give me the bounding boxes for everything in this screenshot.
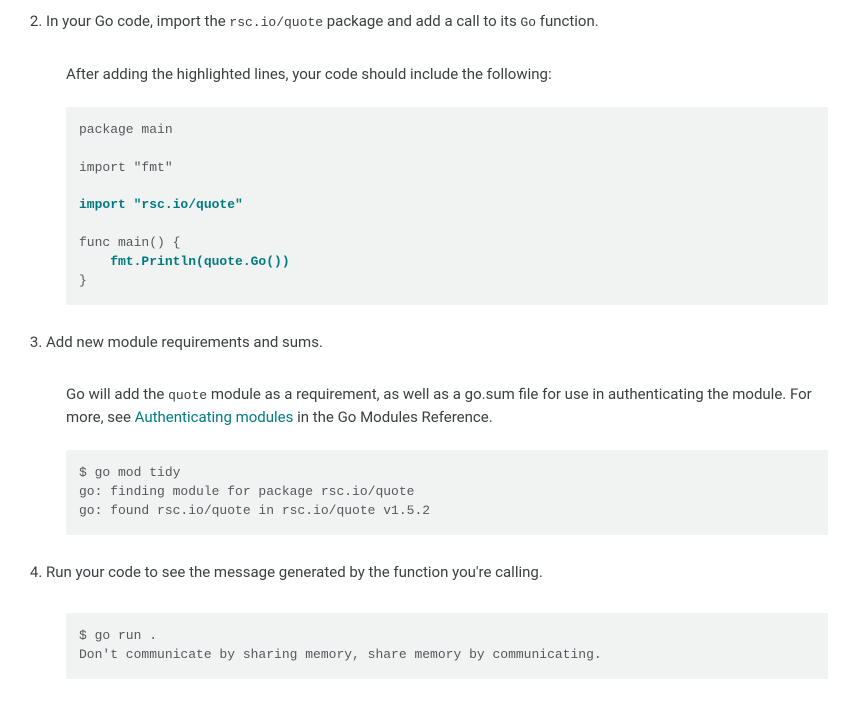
step-2-desc: After adding the highlighted lines, your… — [66, 63, 828, 86]
step-4-content: $ go run . Don't communicate by sharing … — [66, 613, 828, 679]
step-3: Add new module requirements and sums. Go… — [46, 331, 828, 535]
code-line: $ go run . — [79, 628, 157, 643]
code-line: import "fmt" — [79, 160, 173, 175]
text-fragment: Go will add the — [66, 385, 168, 403]
code-line: go: found rsc.io/quote in rsc.io/quote v… — [79, 503, 430, 518]
code-line: func main() { — [79, 235, 180, 250]
steps-list: In your Go code, import the rsc.io/quote… — [28, 10, 828, 679]
inline-code: quote — [168, 388, 207, 403]
code-block-shell: $ go mod tidy go: finding module for pac… — [66, 450, 828, 535]
auth-modules-link[interactable]: Authenticating modules — [135, 408, 294, 426]
code-line-highlight: fmt.Println(quote.Go()) — [79, 254, 290, 269]
step-4: Run your code to see the message generat… — [46, 561, 828, 679]
code-block-go: package main import "fmt" import "rsc.io… — [66, 107, 828, 305]
text-fragment: in the Go Modules Reference. — [293, 408, 492, 426]
step-3-desc: Go will add the quote module as a requir… — [66, 383, 828, 428]
code-line: $ go mod tidy — [79, 465, 180, 480]
step-2-content: After adding the highlighted lines, your… — [66, 63, 828, 305]
inline-code: rsc.io/quote — [229, 15, 323, 30]
step-2: In your Go code, import the rsc.io/quote… — [46, 10, 828, 305]
text-fragment: package and add a call to its — [323, 12, 520, 30]
text-fragment: In your Go code, import the — [46, 12, 229, 30]
text-fragment: function. — [536, 12, 599, 30]
code-line: go: finding module for package rsc.io/qu… — [79, 484, 414, 499]
step-2-text: In your Go code, import the rsc.io/quote… — [46, 12, 599, 30]
step-4-text: Run your code to see the message generat… — [46, 563, 543, 581]
step-3-text: Add new module requirements and sums. — [46, 333, 323, 351]
code-line: Don't communicate by sharing memory, sha… — [79, 647, 602, 662]
code-line: package main — [79, 122, 173, 137]
inline-code: Go — [520, 15, 536, 30]
code-block-shell: $ go run . Don't communicate by sharing … — [66, 613, 828, 679]
code-line-highlight: import "rsc.io/quote" — [79, 197, 243, 212]
code-line: } — [79, 273, 87, 288]
step-3-content: Go will add the quote module as a requir… — [66, 383, 828, 535]
